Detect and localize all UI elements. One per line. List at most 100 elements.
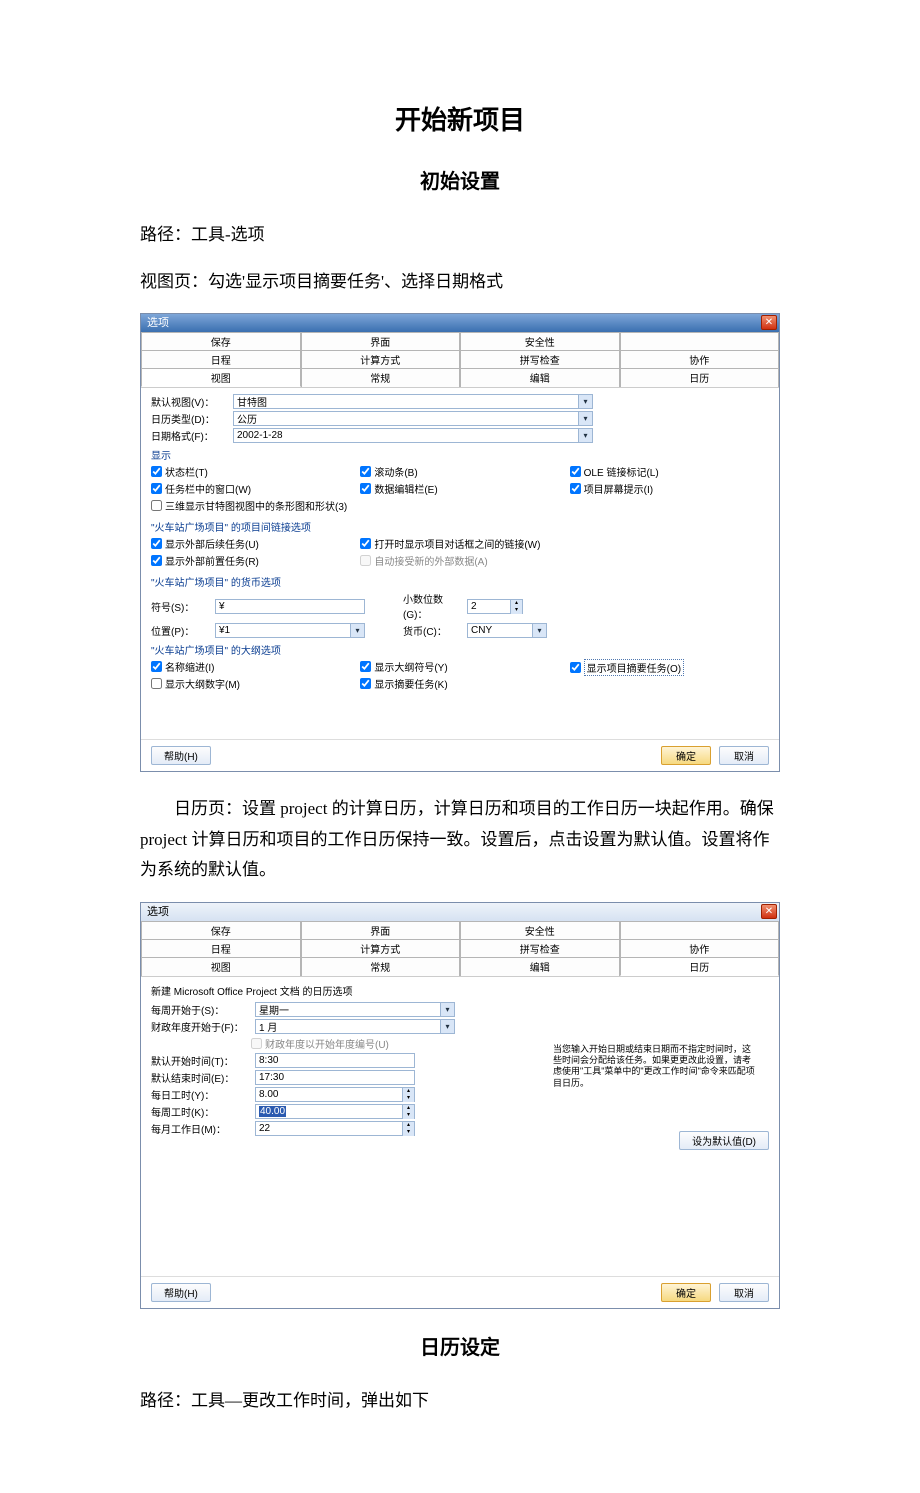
def-start-input[interactable]: 8:30 — [255, 1053, 415, 1068]
chk-ole-link[interactable]: OLE 链接标记(L) — [570, 464, 769, 479]
help-button[interactable]: 帮助(H) — [151, 746, 211, 765]
decimals-spinner[interactable]: 2 ▴▾ — [467, 599, 523, 614]
tab-calculation[interactable]: 计算方式 — [301, 350, 461, 368]
date-format-combo[interactable]: 2002-1-28 ▾ — [233, 428, 593, 443]
chk-label: 三维显示甘特图视图中的条形图和形状(3) — [165, 498, 347, 513]
spin-down-icon[interactable]: ▾ — [510, 607, 522, 614]
fy-start-combo[interactable]: 1 月 ▾ — [255, 1019, 455, 1034]
ok-button[interactable]: 确定 — [661, 1283, 711, 1302]
chevron-down-icon[interactable]: ▾ — [578, 395, 592, 408]
cancel-button[interactable]: 取消 — [719, 1283, 769, 1302]
chevron-down-icon[interactable]: ▾ — [440, 1020, 454, 1033]
tab-calendar[interactable]: 日历 — [620, 957, 780, 976]
tab-empty — [620, 921, 780, 939]
spin-up-icon[interactable]: ▴ — [510, 600, 522, 607]
help-button[interactable]: 帮助(H) — [151, 1283, 211, 1302]
symbol-input[interactable]: ¥ — [215, 599, 365, 614]
spin-down-icon[interactable]: ▾ — [402, 1112, 414, 1119]
position-label: 位置(P)： — [151, 623, 211, 638]
tab-security[interactable]: 安全性 — [460, 332, 620, 350]
spinner-value: 22 — [259, 1123, 270, 1134]
tab-schedule[interactable]: 日程 — [141, 350, 301, 368]
chk-outline-num[interactable]: 显示大纲数字(M) — [151, 676, 350, 691]
tabs-area: 保存 界面 安全性 日程 计算方式 拼写检查 协作 视图 常规 编辑 日历 — [141, 332, 779, 388]
chk-statusbar[interactable]: 状态栏(T) — [151, 464, 350, 479]
chk-label: 显示项目摘要任务(O) — [584, 659, 684, 676]
dialog-titlebar[interactable]: 选项 ✕ — [141, 903, 779, 921]
chk-label: 任务栏中的窗口(W) — [165, 481, 251, 496]
tab-interface[interactable]: 界面 — [301, 332, 461, 350]
combo-value: 星期一 — [259, 1002, 289, 1017]
chk-open-link-dialog[interactable]: 打开时显示项目对话框之间的链接(W) — [360, 536, 559, 551]
tab-edit[interactable]: 编辑 — [460, 368, 620, 387]
def-end-input[interactable]: 17:30 — [255, 1070, 415, 1085]
calendar-type-combo[interactable]: 公历 ▾ — [233, 411, 593, 426]
chk-ext-pred[interactable]: 显示外部前置任务(R) — [151, 553, 350, 568]
chevron-down-icon[interactable]: ▾ — [578, 412, 592, 425]
cancel-button[interactable]: 取消 — [719, 746, 769, 765]
tab-save[interactable]: 保存 — [141, 332, 301, 350]
chevron-down-icon[interactable]: ▾ — [350, 624, 364, 637]
spin-up-icon[interactable]: ▴ — [402, 1122, 414, 1129]
chk-name-indent[interactable]: 名称缩进(I) — [151, 659, 350, 674]
dialog-title: 选项 — [147, 317, 169, 329]
tab-general[interactable]: 常规 — [301, 368, 461, 387]
tab-calculation[interactable]: 计算方式 — [301, 939, 461, 957]
chk-label: 显示摘要任务(K) — [374, 676, 447, 691]
tab-general[interactable]: 常规 — [301, 957, 461, 976]
tab-collab[interactable]: 协作 — [620, 350, 780, 368]
spinner-value: 8.00 — [259, 1089, 278, 1100]
hrs-day-spinner[interactable]: 8.00 ▴▾ — [255, 1087, 415, 1102]
ok-button[interactable]: 确定 — [661, 746, 711, 765]
set-default-button[interactable]: 设为默认值(D) — [679, 1131, 769, 1150]
tab-view[interactable]: 视图 — [141, 368, 301, 387]
close-icon[interactable]: ✕ — [761, 315, 777, 330]
dialog-titlebar[interactable]: 选项 ✕ — [141, 314, 779, 332]
chk-proj-summary[interactable]: 显示项目摘要任务(O) — [570, 659, 769, 676]
spin-up-icon[interactable]: ▴ — [402, 1105, 414, 1112]
spin-up-icon[interactable]: ▴ — [402, 1088, 414, 1095]
tab-edit[interactable]: 编辑 — [460, 957, 620, 976]
tab-schedule[interactable]: 日程 — [141, 939, 301, 957]
tab-view[interactable]: 视图 — [141, 957, 301, 976]
options-dialog-view: 选项 ✕ 保存 界面 安全性 日程 计算方式 拼写检查 协作 视图 常规 编辑 … — [140, 313, 780, 772]
position-combo[interactable]: ¥1 ▾ — [215, 623, 365, 638]
path-text-2: 路径：工具—更改工作时间，弹出如下 — [140, 1386, 780, 1417]
close-icon[interactable]: ✕ — [761, 904, 777, 919]
section-heading-cal: 日历设定 — [140, 1331, 780, 1360]
chk-ext-succ[interactable]: 显示外部后续任务(U) — [151, 536, 350, 551]
chevron-down-icon[interactable]: ▾ — [532, 624, 546, 637]
days-month-spinner[interactable]: 22 ▴▾ — [255, 1121, 415, 1136]
currency-combo[interactable]: CNY ▾ — [467, 623, 547, 638]
input-value: ¥ — [219, 601, 225, 612]
spin-down-icon[interactable]: ▾ — [402, 1095, 414, 1102]
info-text: 当您输入开始日期或结束日期而不指定时间时，这些时间会分配给该任务。如果更更改此设… — [549, 1042, 759, 1091]
tab-save[interactable]: 保存 — [141, 921, 301, 939]
chk-data-editbar[interactable]: 数据编辑栏(E) — [360, 481, 559, 496]
chevron-down-icon[interactable]: ▾ — [440, 1003, 454, 1016]
chk-label: 显示外部后续任务(U) — [165, 536, 259, 551]
tab-collab[interactable]: 协作 — [620, 939, 780, 957]
days-month-label: 每月工作日(M)： — [151, 1121, 251, 1136]
page-title: 开始新项目 — [140, 100, 780, 137]
tab-security[interactable]: 安全性 — [460, 921, 620, 939]
tab-interface[interactable]: 界面 — [301, 921, 461, 939]
chk-fy-numbering: 财政年度以开始年度编号(U) — [251, 1036, 539, 1051]
chk-scrollbar[interactable]: 滚动条(B) — [360, 464, 559, 479]
chk-label: 显示大纲数字(M) — [165, 676, 240, 691]
chk-outline-sym[interactable]: 显示大纲符号(Y) — [360, 659, 559, 674]
tab-calendar[interactable]: 日历 — [620, 368, 780, 387]
chk-summary-tasks[interactable]: 显示摘要任务(K) — [360, 676, 559, 691]
week-start-combo[interactable]: 星期一 ▾ — [255, 1002, 455, 1017]
spin-down-icon[interactable]: ▾ — [402, 1129, 414, 1136]
chk-proj-screentip[interactable]: 项目屏幕提示(I) — [570, 481, 769, 496]
calendar-paragraph: 日历页：设置 project 的计算日历，计算日历和项目的工作日历一块起作用。确… — [140, 794, 780, 886]
chk-3d-bars[interactable]: 三维显示甘特图视图中的条形图和形状(3) — [151, 498, 350, 513]
tab-spelling[interactable]: 拼写检查 — [460, 350, 620, 368]
chk-taskbar-window[interactable]: 任务栏中的窗口(W) — [151, 481, 350, 496]
tab-spelling[interactable]: 拼写检查 — [460, 939, 620, 957]
default-view-combo[interactable]: 甘特图 ▾ — [233, 394, 593, 409]
dialog-title: 选项 — [147, 906, 169, 918]
chevron-down-icon[interactable]: ▾ — [578, 429, 592, 442]
hrs-week-spinner[interactable]: 40.00 ▴▾ — [255, 1104, 415, 1119]
